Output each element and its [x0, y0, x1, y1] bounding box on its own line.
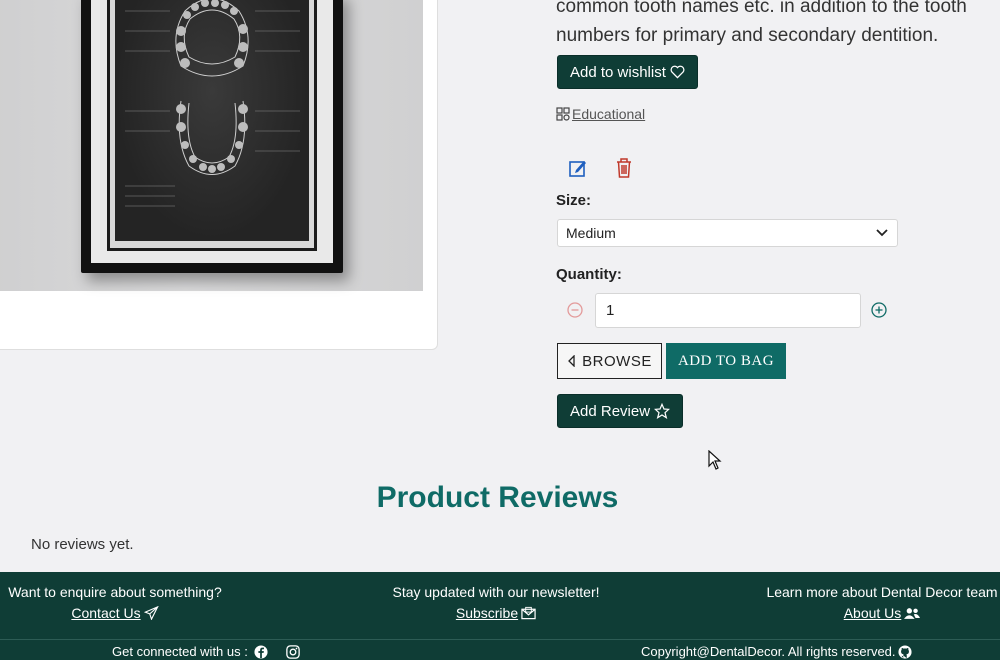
plus-circle-icon[interactable] — [871, 302, 887, 323]
no-reviews-text: No reviews yet. — [31, 536, 134, 553]
add-to-bag-label: ADD TO BAG — [677, 352, 775, 369]
footer-contact-heading: Want to enquire about something? — [8, 584, 222, 600]
chevron-down-icon — [876, 229, 888, 237]
poster-frame — [81, 0, 343, 273]
quantity-input[interactable]: 1 — [595, 293, 861, 328]
product-image — [0, 0, 423, 291]
product-description: common tooth names etc. in addition to t… — [556, 0, 986, 50]
footer-about-heading: Learn more about Dental Decor team — [766, 584, 998, 600]
social-links: Get connected with us : — [112, 644, 300, 659]
footer-about-column: Learn more about Dental Decor team About… — [752, 582, 1000, 621]
about-us-link[interactable]: About Us — [844, 605, 921, 621]
footer-newsletter-column: Stay updated with our newsletter! Subscr… — [380, 582, 612, 621]
contact-us-label: Contact Us — [71, 605, 141, 621]
size-value: Medium — [566, 225, 616, 241]
paper-plane-icon — [143, 606, 159, 620]
product-image-card — [0, 0, 438, 350]
dental-chart-poster — [115, 0, 309, 241]
description-line: common tooth names etc. in addition to t… — [556, 0, 967, 17]
mouse-cursor-icon — [708, 449, 722, 475]
add-review-button[interactable]: Add Review — [557, 394, 684, 428]
footer-divider — [0, 639, 1000, 640]
minus-circle-icon[interactable] — [567, 302, 583, 323]
description-line: numbers for primary and secondary dentit… — [556, 25, 939, 46]
wishlist-label: Add to wishlist — [570, 63, 666, 81]
heart-icon — [670, 65, 685, 79]
size-select[interactable]: Medium — [557, 219, 898, 247]
product-reviews-title: Product Reviews — [376, 481, 619, 514]
quantity-label: Quantity: — [556, 266, 622, 283]
edit-icon[interactable] — [568, 158, 588, 183]
instagram-icon[interactable] — [286, 644, 300, 659]
subscribe-label: Subscribe — [455, 605, 519, 621]
copyright-block: Copyright@DentalDecor. All rights reserv… — [641, 644, 912, 659]
facebook-icon[interactable] — [254, 644, 268, 659]
github-icon[interactable] — [897, 644, 912, 659]
caret-left-icon — [568, 355, 575, 367]
quantity-value: 1 — [606, 302, 615, 319]
about-us-label: About Us — [843, 605, 902, 621]
star-icon — [654, 403, 671, 419]
contact-us-link[interactable]: Contact Us — [71, 605, 159, 621]
add-to-bag-button[interactable]: ADD TO BAG — [666, 343, 786, 379]
add-to-wishlist-button[interactable]: Add to wishlist — [557, 55, 698, 89]
category-link[interactable]: Educational — [556, 106, 645, 122]
users-icon — [904, 607, 921, 619]
browse-button[interactable]: BROWSE — [557, 343, 662, 379]
envelope-icon — [521, 606, 536, 620]
subscribe-link[interactable]: Subscribe — [456, 605, 536, 621]
browse-label: BROWSE — [582, 352, 652, 370]
add-review-label: Add Review — [570, 402, 651, 420]
category-label: Educational — [572, 106, 646, 122]
connect-label: Get connected with us : — [112, 644, 248, 659]
site-footer: Want to enquire about something? Contact… — [0, 572, 1000, 660]
trash-icon[interactable] — [614, 157, 634, 184]
footer-newsletter-heading: Stay updated with our newsletter! — [392, 584, 600, 600]
category-grid-icon — [556, 107, 570, 121]
copyright-text: Copyright@DentalDecor. All rights reserv… — [641, 644, 896, 659]
size-label: Size: — [556, 192, 592, 209]
footer-contact-column: Want to enquire about something? Contact… — [0, 582, 230, 621]
